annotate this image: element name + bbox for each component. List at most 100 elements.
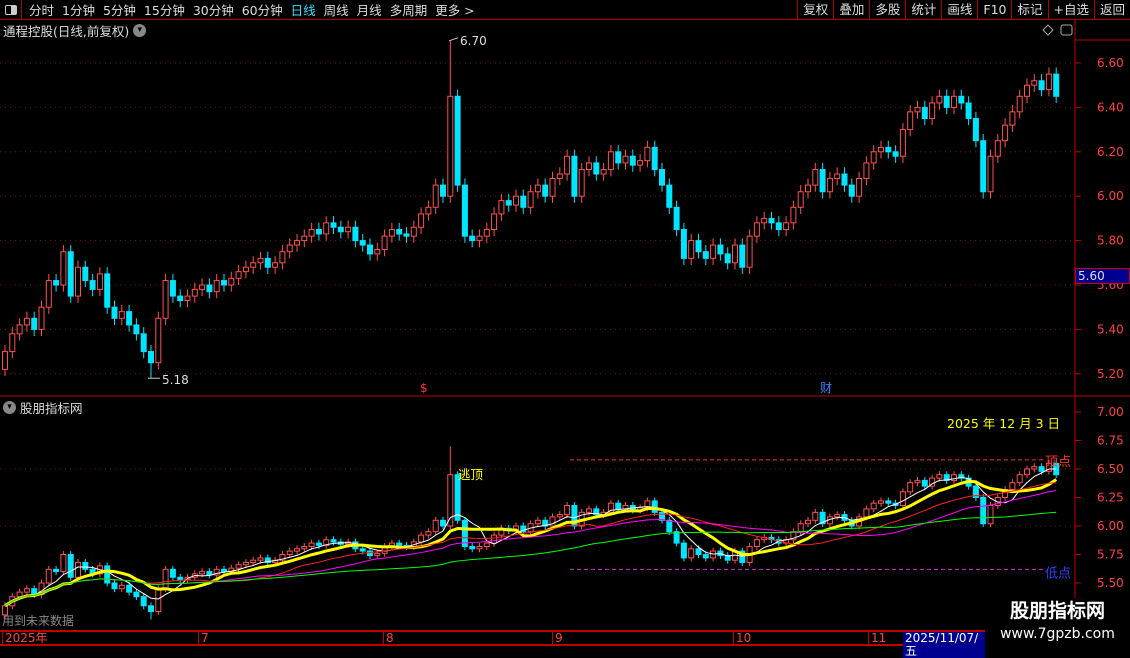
watermark-url: www.7gpzb.com	[1000, 626, 1115, 642]
candle-body	[870, 151, 877, 164]
candle-body	[133, 324, 140, 335]
candle-body	[140, 596, 147, 607]
candle-body	[914, 479, 921, 484]
candle-body	[388, 229, 395, 237]
time-axis: 2025年 7 8 9 10 11 2025/11/07/五	[0, 630, 985, 658]
candle-body	[1031, 466, 1038, 470]
candle-body	[104, 565, 111, 584]
candle-body	[783, 222, 790, 230]
candle-body	[885, 146, 892, 153]
candle-body	[418, 213, 425, 228]
candle-body	[82, 266, 89, 282]
candle-body	[440, 519, 446, 527]
candle-body	[440, 184, 446, 197]
candle-body	[330, 222, 337, 228]
axis-label: 6.25	[1097, 491, 1124, 505]
candle-body	[498, 200, 505, 215]
candle-body	[148, 605, 154, 612]
candle-body	[1016, 474, 1023, 484]
candle-body	[469, 546, 476, 550]
candle-body	[53, 280, 60, 286]
candle-body	[491, 213, 498, 231]
candle-body	[301, 546, 308, 550]
candle-body	[140, 333, 147, 353]
time-label: 9	[552, 632, 563, 645]
candle-body	[980, 140, 987, 193]
candle-body	[199, 284, 206, 290]
candle-body	[666, 519, 673, 533]
candle-body	[586, 508, 592, 513]
candle-body	[753, 222, 760, 237]
candle-body	[921, 106, 928, 120]
candle-body	[286, 550, 293, 556]
candle-body	[75, 561, 81, 578]
candle-body	[1002, 124, 1009, 142]
candle-body	[308, 542, 315, 548]
candle-body	[2, 351, 8, 370]
candle-body	[169, 280, 176, 297]
candle-body	[67, 554, 74, 578]
candle-body	[60, 554, 67, 573]
candle-body	[432, 519, 439, 533]
candle-body	[374, 248, 381, 255]
cursor-date: 2025/11/07/五	[903, 632, 985, 658]
candle-body	[228, 277, 235, 286]
candle-body	[819, 169, 826, 193]
candle-body	[615, 502, 622, 510]
candle-body	[680, 542, 687, 559]
candle-body	[23, 588, 30, 593]
candle-body	[534, 184, 541, 193]
candle-body	[965, 102, 972, 119]
candle-body	[666, 184, 673, 208]
escape-top-label: 逃顶	[458, 467, 484, 482]
candle-body	[16, 591, 23, 598]
candle-body	[593, 162, 600, 175]
kline-chart[interactable]: 6.60 6.40 6.20 6.00 5.80 5.60 5.40 5.20 7.00 6.75…	[0, 0, 1130, 650]
dividend-marker: $	[420, 381, 428, 395]
candle-body	[235, 271, 242, 279]
candle-body	[89, 280, 96, 290]
candle-body	[352, 226, 359, 242]
candle-body	[315, 229, 322, 235]
axis-label: 6.20	[1097, 145, 1124, 159]
candle-body	[702, 554, 709, 559]
candle-body	[337, 226, 344, 233]
candle-body	[797, 191, 804, 208]
candle-body	[45, 280, 52, 308]
candle-body	[301, 235, 308, 242]
date-text: 2025 年 12 月 3 日	[947, 416, 1060, 431]
candle-body	[790, 206, 797, 224]
candle-body	[367, 244, 373, 255]
candle-body	[447, 95, 454, 197]
axis-label: 5.75	[1097, 548, 1124, 562]
candle-body	[505, 200, 512, 206]
candle-body	[841, 173, 848, 186]
candle-body	[60, 251, 67, 286]
candle-body	[1016, 95, 1023, 113]
candle-body	[549, 177, 556, 197]
candle-body	[578, 169, 585, 197]
candle-body	[688, 548, 695, 559]
candle-body	[943, 95, 950, 108]
candle-body	[191, 288, 198, 297]
candle-body	[213, 280, 220, 293]
candle-body	[82, 561, 89, 570]
candle-body	[177, 576, 184, 581]
candle-body	[242, 266, 249, 273]
axis-label: 5.20	[1097, 367, 1124, 381]
candle-body	[826, 177, 833, 193]
candle-body	[534, 519, 541, 525]
candle-body	[520, 195, 527, 208]
candle-body	[834, 514, 841, 518]
candle-body	[863, 508, 870, 518]
candle-body	[805, 519, 811, 525]
candle-body	[994, 140, 1001, 157]
candle-body	[607, 151, 614, 171]
axis-label: 5.50	[1097, 576, 1124, 590]
candle-body	[710, 244, 717, 259]
candle-body	[899, 129, 906, 157]
candle-body	[184, 295, 191, 302]
candle-body	[235, 564, 242, 569]
candle-body	[659, 169, 665, 186]
candle-body	[242, 561, 249, 566]
